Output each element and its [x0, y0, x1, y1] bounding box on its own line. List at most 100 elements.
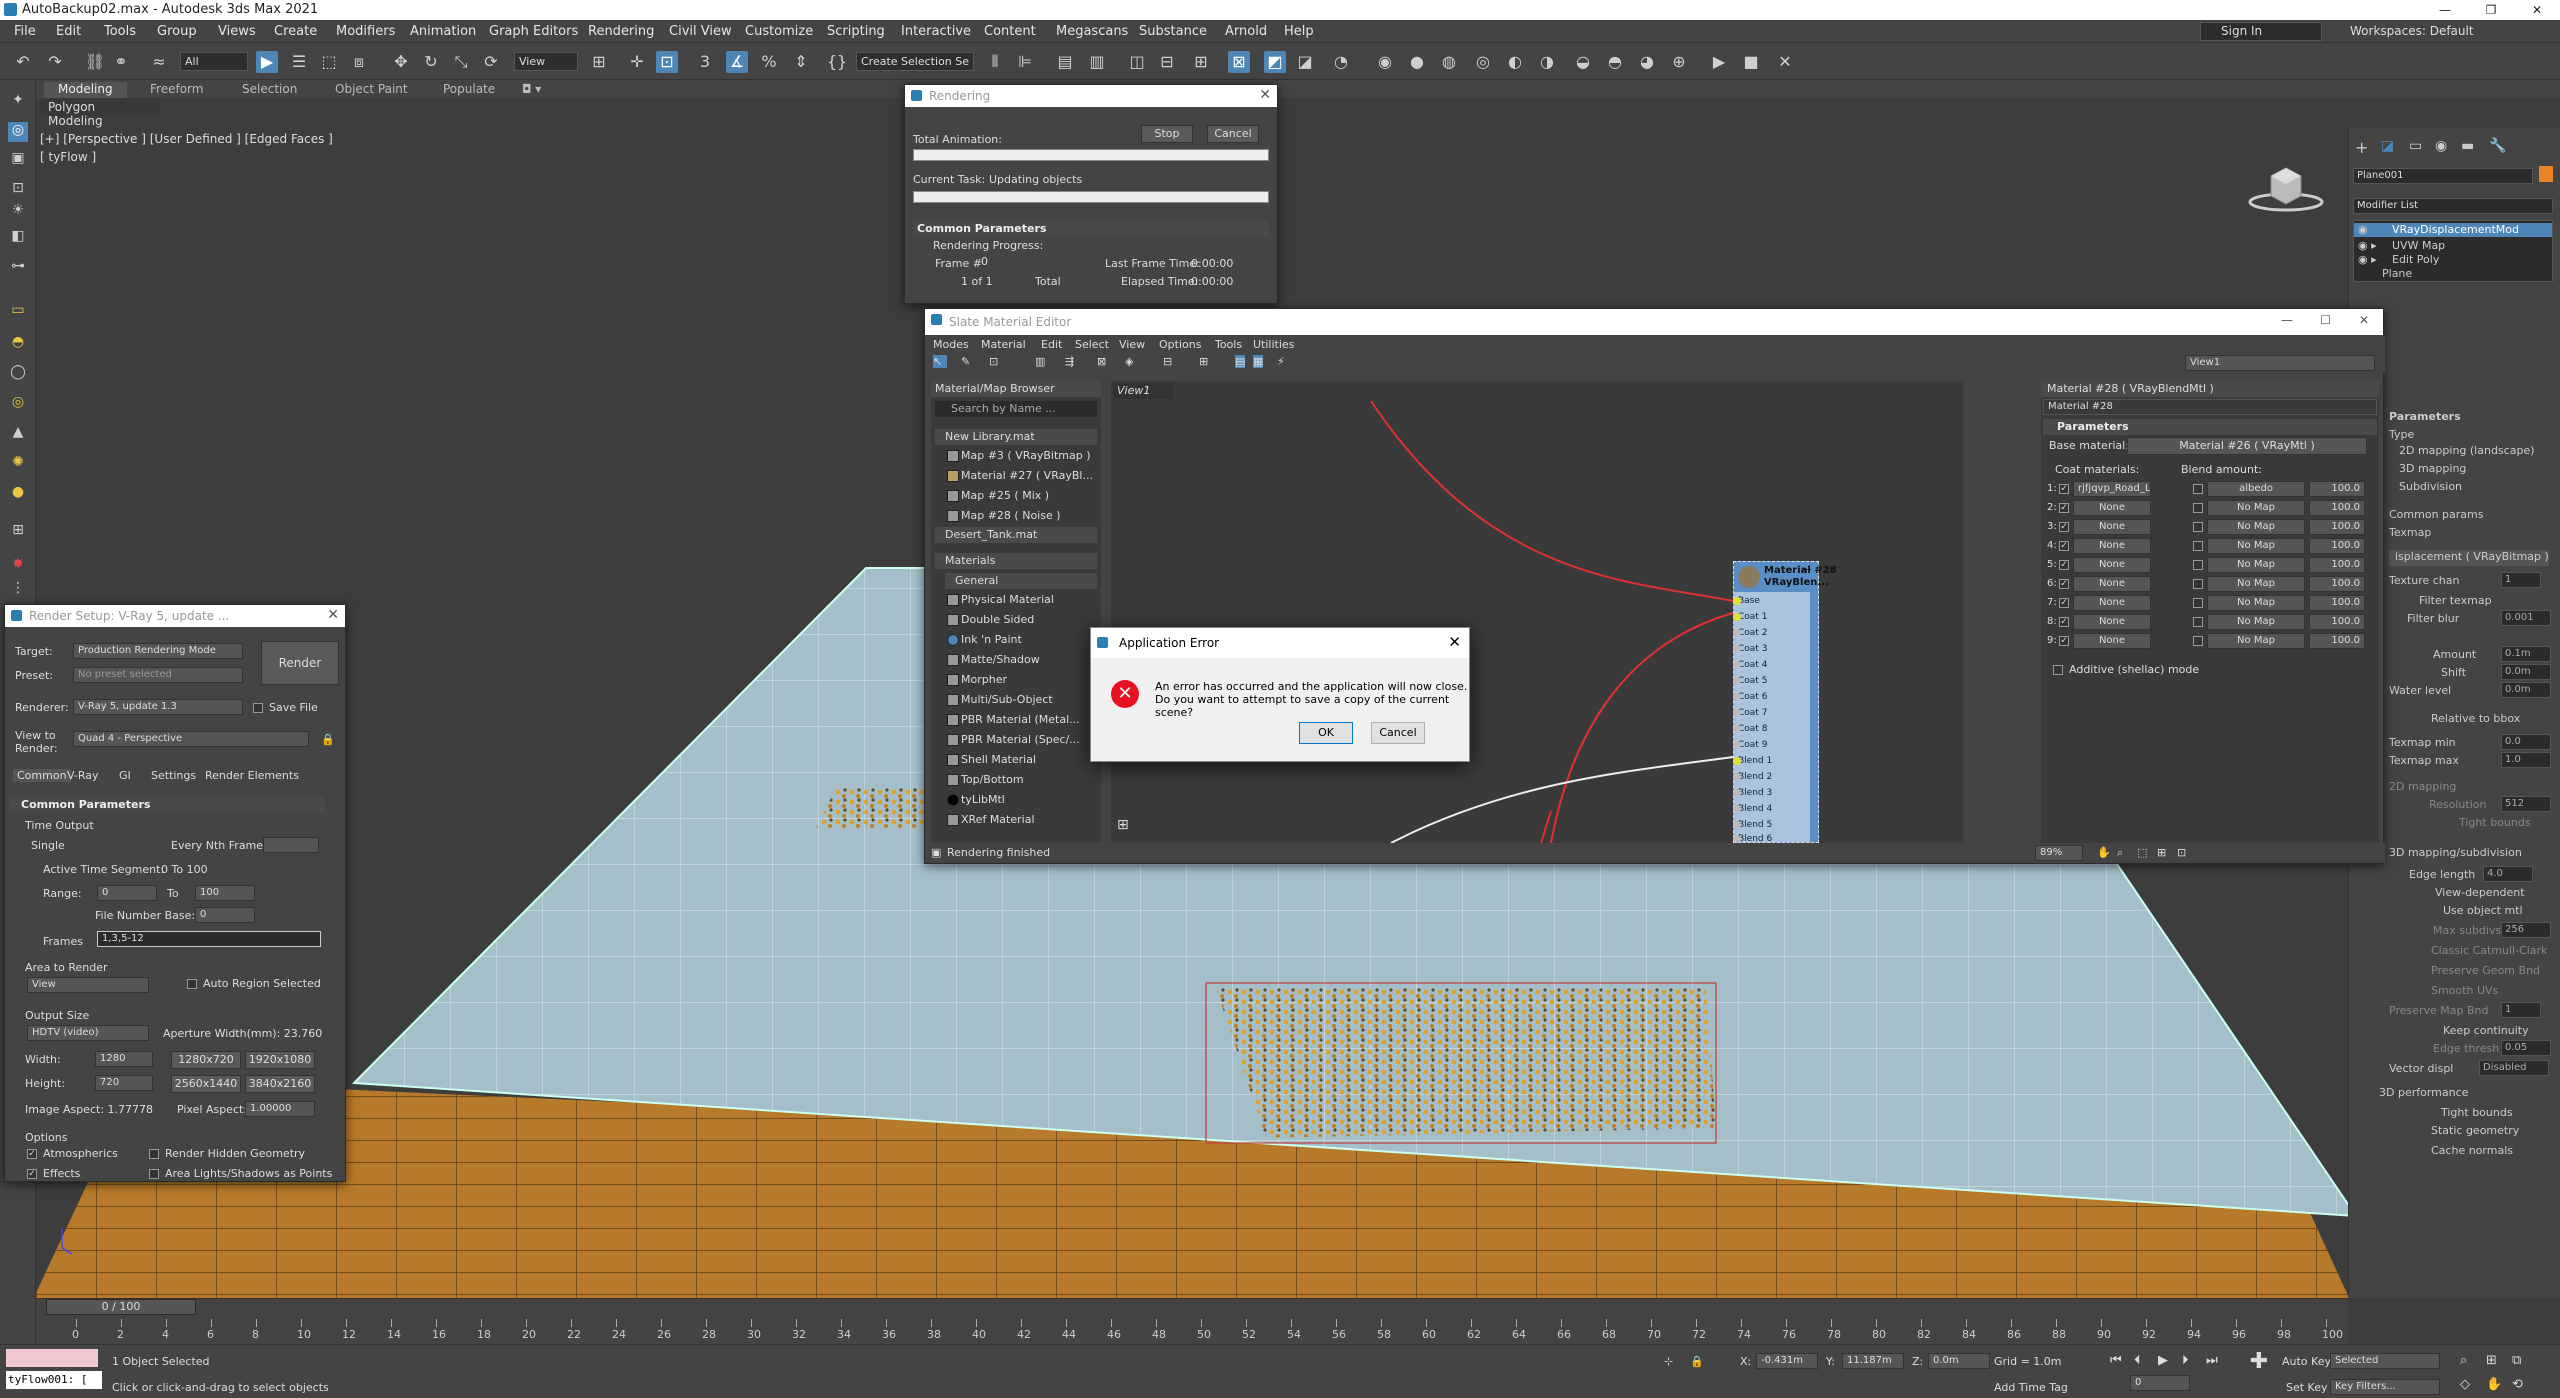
- radio-2d-mapping[interactable]: 2D mapping (landscape): [2399, 444, 2535, 457]
- browser-item[interactable]: Physical Material: [931, 591, 1101, 609]
- browser-item[interactable]: Material #27 ( VRayBl...: [931, 467, 1101, 485]
- close-icon[interactable]: ✕: [1448, 633, 1461, 651]
- render-button[interactable]: Render: [261, 641, 339, 685]
- node-slot[interactable]: Coat 6: [1733, 690, 1767, 704]
- x-coord-field[interactable]: -0.431m: [1756, 1353, 1818, 1369]
- node-slot[interactable]: Blend 5: [1733, 818, 1772, 832]
- render-iterative-icon[interactable]: ◔: [1330, 51, 1352, 73]
- unlink-icon[interactable]: ⚭: [110, 51, 132, 73]
- eye-icon[interactable]: ◉: [2358, 223, 2368, 236]
- slot-socket[interactable]: [1733, 661, 1741, 669]
- node-slot[interactable]: Base: [1733, 594, 1760, 608]
- keep-continuity-checkbox[interactable]: Keep continuity: [2443, 1024, 2529, 1037]
- edge-length-spinner[interactable]: 4.0: [2483, 866, 2533, 882]
- menu-animation[interactable]: Animation: [410, 24, 476, 39]
- pan-icon[interactable]: ✋: [2097, 846, 2111, 859]
- menu-customize[interactable]: Customize: [745, 24, 813, 39]
- coat-enable-checkbox[interactable]: ✓: [2059, 560, 2069, 570]
- close-icon[interactable]: ✕: [327, 607, 339, 623]
- coat-enable-checkbox[interactable]: ✓: [2059, 598, 2069, 608]
- redo-icon[interactable]: ↷: [44, 51, 66, 73]
- coat-enable-checkbox[interactable]: ✓: [2059, 503, 2069, 513]
- node-slot[interactable]: Blend 6: [1733, 832, 1772, 843]
- resolution-spinner[interactable]: 512: [2501, 796, 2551, 812]
- radio-active-segment[interactable]: Active Time Segment:: [43, 863, 164, 876]
- view-select-dropdown[interactable]: View1: [2185, 355, 2375, 371]
- maxscript-mini-listener[interactable]: tyFlow001: [: [6, 1371, 102, 1389]
- workspaces-dropdown[interactable]: Workspaces: Default: [2350, 24, 2474, 38]
- blend-map-button[interactable]: No Map: [2207, 614, 2305, 630]
- mirror-icon[interactable]: ⫴: [984, 51, 1006, 73]
- browser-item[interactable]: Multi/Sub-Object: [931, 691, 1101, 709]
- globe-icon[interactable]: ◒: [1572, 51, 1594, 73]
- dome-icon[interactable]: ◓: [8, 334, 28, 354]
- window-crossing-icon[interactable]: ⧈: [348, 51, 370, 73]
- preset-dropdown[interactable]: No preset selected: [73, 667, 243, 683]
- node-slot[interactable]: Coat 9: [1733, 738, 1767, 752]
- stack-item-uvw-map[interactable]: ◉ ▸ UVW Map: [2354, 239, 2552, 253]
- minimize-button[interactable]: —: [2422, 0, 2468, 20]
- coat-enable-checkbox[interactable]: ✓: [2059, 617, 2069, 627]
- range-from-spinner[interactable]: 0: [97, 885, 157, 901]
- browser-item[interactable]: Matte/Shadow: [931, 651, 1101, 669]
- blend-amount-spinner[interactable]: 100.0: [2309, 500, 2365, 516]
- prev-frame-icon[interactable]: ⏴: [2134, 1353, 2141, 1368]
- additive-checkbox[interactable]: [2053, 665, 2063, 675]
- menu-modifiers[interactable]: Modifiers: [336, 24, 395, 39]
- auto-region-checkbox[interactable]: [187, 979, 197, 989]
- slate-menu-material[interactable]: Material: [981, 338, 1026, 351]
- menu-graph-editors[interactable]: Graph Editors: [489, 24, 578, 39]
- blend-map-button[interactable]: No Map: [2207, 633, 2305, 649]
- layer-explorer-icon[interactable]: ▤: [1054, 51, 1076, 73]
- coat-material-button[interactable]: None: [2073, 500, 2151, 516]
- delete-icon[interactable]: ▥: [1035, 355, 1045, 368]
- select-manipulate-icon[interactable]: ✛: [626, 51, 648, 73]
- edge-thresh-spinner[interactable]: 0.05: [2501, 1040, 2551, 1056]
- rotate-icon[interactable]: ↻: [420, 51, 442, 73]
- material-map-browser-icon[interactable]: ▤: [1235, 355, 1246, 368]
- stack-item-vray-displacement[interactable]: ◉ VRayDisplacementMod: [2354, 223, 2552, 237]
- tab-common[interactable]: Common: [13, 769, 71, 782]
- play-anim-icon[interactable]: ▶: [2158, 1353, 2168, 1368]
- coat-material-button[interactable]: rjfjqvp_Road_Line: [2073, 481, 2151, 497]
- slot-socket[interactable]: [1733, 645, 1741, 653]
- undo-icon[interactable]: ↶: [12, 51, 34, 73]
- arnold-ipr-icon[interactable]: ●: [1406, 51, 1428, 73]
- helper-icon[interactable]: ⊶: [8, 258, 28, 278]
- tab-settings[interactable]: Settings: [151, 769, 196, 782]
- menu-interactive[interactable]: Interactive: [901, 24, 971, 39]
- node-slot[interactable]: Blend 1: [1733, 754, 1772, 768]
- res-preset-2[interactable]: 1920x1080: [245, 1051, 315, 1069]
- pan-icon[interactable]: ✋: [2486, 1377, 2502, 1392]
- pick-icon[interactable]: ✎: [961, 355, 970, 368]
- next-frame-icon[interactable]: ⏵: [2182, 1353, 2189, 1368]
- ref-coord-dropdown[interactable]: View: [514, 52, 578, 71]
- node-slot[interactable]: Coat 3: [1733, 642, 1767, 656]
- ok-button[interactable]: OK: [1299, 722, 1353, 744]
- vray-lights-icon[interactable]: ◑: [1536, 51, 1558, 73]
- width-spinner[interactable]: 1280: [95, 1051, 153, 1067]
- modifier-list-dropdown[interactable]: Modifier List: [2353, 198, 2553, 214]
- dots-icon[interactable]: ⋮: [8, 580, 28, 600]
- particle-icon[interactable]: ✸: [8, 556, 28, 576]
- blend-map-button[interactable]: No Map: [2207, 500, 2305, 516]
- ribbon-panel-polygon-modeling[interactable]: Polygon Modeling: [40, 98, 160, 128]
- menu-file[interactable]: File: [14, 24, 36, 39]
- layout-all-icon[interactable]: ⊟: [1163, 355, 1172, 368]
- res-preset-3[interactable]: 2560x1440: [171, 1075, 241, 1093]
- coat-material-button[interactable]: None: [2073, 538, 2151, 554]
- node-slot[interactable]: Coat 4: [1733, 658, 1767, 672]
- browser-item[interactable]: PBR Material (Spec/...: [931, 731, 1101, 749]
- browser-item[interactable]: Double Sided: [931, 611, 1101, 629]
- target-dropdown[interactable]: Production Rendering Mode: [73, 643, 243, 659]
- material-name-field[interactable]: Material #28: [2043, 399, 2377, 415]
- node-collapse-icon[interactable]: —: [1802, 564, 1812, 575]
- display-tab-icon[interactable]: ▬: [2461, 138, 2474, 154]
- renderer-dropdown[interactable]: V-Ray 5, update 1.3: [73, 699, 243, 715]
- place-icon[interactable]: ⟳: [480, 51, 502, 73]
- viewport-label[interactable]: [+] [Perspective ] [User Defined ] [Edge…: [40, 132, 333, 146]
- slot-socket[interactable]: [1733, 789, 1741, 797]
- cache-normals-checkbox[interactable]: Cache normals: [2431, 1144, 2513, 1157]
- menu-arnold[interactable]: Arnold: [1225, 24, 1267, 39]
- zoom-dropdown[interactable]: 89%: [2035, 845, 2083, 861]
